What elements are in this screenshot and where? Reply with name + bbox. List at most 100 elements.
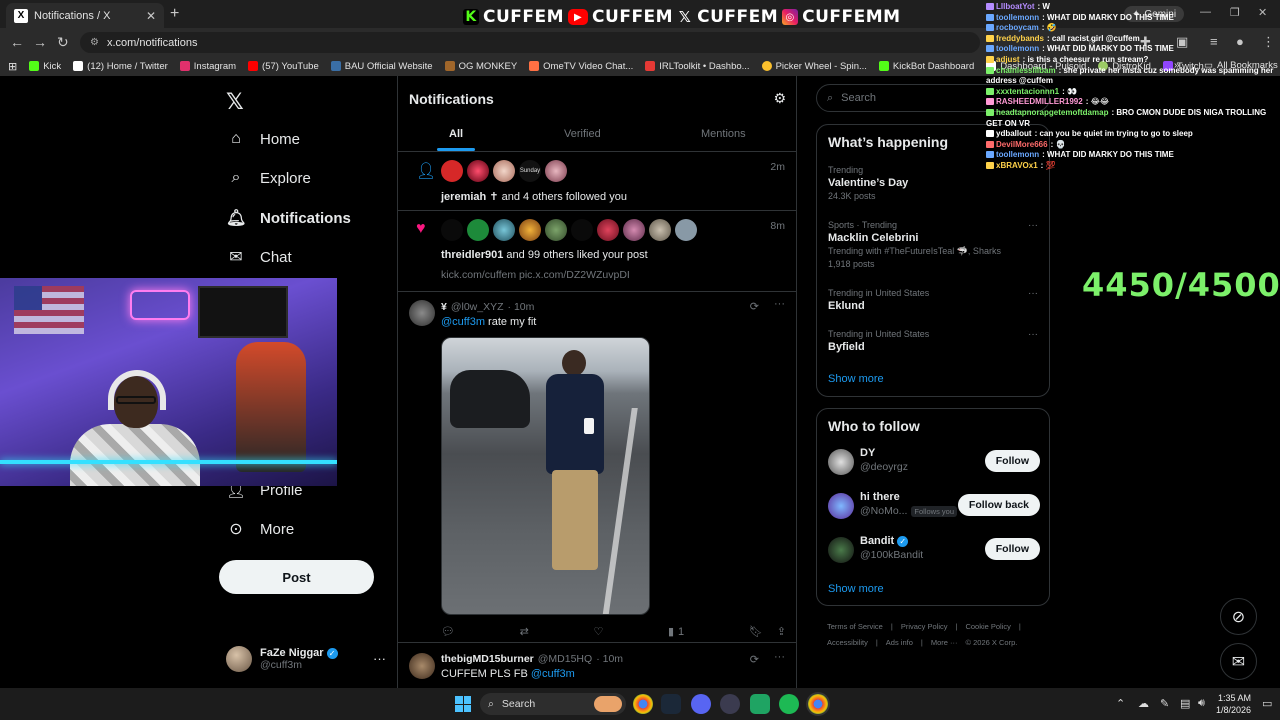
footer-link[interactable]: Ads info <box>886 638 913 647</box>
bookmark-item[interactable]: Instagram <box>179 61 236 72</box>
cloud-icon[interactable]: ☁ <box>1138 697 1149 710</box>
avatar[interactable] <box>545 160 567 182</box>
close-tab-icon[interactable]: ✕ <box>146 9 156 23</box>
account-switcher[interactable]: FaZe Niggar ✓ @cuff3m ··· <box>226 642 386 676</box>
footer-link[interactable]: Privacy Policy <box>901 622 948 631</box>
tab-mentions[interactable]: Mentions <box>701 128 746 140</box>
more-dots-icon[interactable]: ··· <box>373 651 386 666</box>
tweet-author-name[interactable]: ¥ <box>441 301 447 313</box>
app-icon[interactable] <box>750 694 770 714</box>
footer-link[interactable]: More ··· <box>931 638 958 647</box>
like-heart-icon[interactable]: ♡ <box>593 625 603 638</box>
trend-item[interactable]: Sports · Trending Macklin Celebrini Tren… <box>828 220 1038 269</box>
new-tab-button[interactable]: + <box>170 5 179 23</box>
views-button[interactable]: ▮ 1 <box>668 625 684 639</box>
bookmark-item[interactable]: KickBot Dashboard <box>878 61 974 72</box>
avatar[interactable] <box>675 219 697 241</box>
settings-gear-icon[interactable]: ⚙ <box>773 90 786 107</box>
follow-button[interactable]: Follow <box>984 538 1040 560</box>
follow-back-button[interactable]: Follow back <box>957 494 1040 516</box>
footer-link[interactable]: Terms of Service <box>827 622 883 631</box>
notification-follow[interactable]: 👤︎ Sunday 2m jeremiah ✝ and 4 others fol… <box>398 152 797 211</box>
avatar[interactable]: Sunday <box>519 160 541 182</box>
x-logo-icon[interactable]: 𝕏 <box>226 89 244 115</box>
tray-chevron-icon[interactable]: ⌃ <box>1116 697 1125 710</box>
avatar[interactable] <box>649 219 671 241</box>
avatar[interactable] <box>409 300 435 326</box>
tweet-time[interactable]: · 10m <box>508 301 535 313</box>
tweet-author-handle[interactable]: @l0w_XYZ <box>451 301 504 313</box>
notification-user[interactable]: threidler901 <box>441 249 503 261</box>
pen-icon[interactable]: ✎ <box>1160 697 1169 710</box>
more-dots-icon[interactable]: ··· <box>1028 329 1038 340</box>
mention-link[interactable]: @cuff3m <box>531 668 575 680</box>
retweet-icon[interactable]: ⇄ <box>520 625 529 638</box>
bookmark-item[interactable]: IRLToolkit • Dashbo... <box>645 61 750 72</box>
tweet[interactable]: thebigMD15burner @MD15HQ · 10m ⟳ ··· CUF… <box>398 643 797 688</box>
tweet-author-handle[interactable]: @MD15HQ <box>538 653 592 665</box>
follow-suggestion[interactable]: Bandit ✓ @100kBandit Follow <box>828 535 1040 565</box>
bookmark-item[interactable]: (57) YouTube <box>248 61 319 72</box>
tab-verified[interactable]: Verified <box>564 128 601 140</box>
avatar[interactable] <box>623 219 645 241</box>
nav-notifications[interactable]: 🔔︎ Notifications <box>226 208 351 228</box>
tab-all[interactable]: All <box>449 128 463 140</box>
bookmark-item[interactable]: OmeTV Video Chat... <box>529 61 633 72</box>
trend-item[interactable]: Trending in United States Eklund ··· <box>828 288 1038 312</box>
nav-chat[interactable]: ✉ Chat <box>226 247 291 267</box>
volume-icon[interactable]: 🔊︎ <box>1198 697 1205 710</box>
avatar[interactable] <box>441 219 463 241</box>
bookmark-item[interactable]: Picker Wheel - Spin... <box>761 61 867 72</box>
nav-home[interactable]: ⌂ Home <box>226 130 300 148</box>
nav-more[interactable]: ⊙ More <box>226 519 294 539</box>
nav-explore[interactable]: ⌕ Explore <box>226 169 311 187</box>
tweet-author-name[interactable]: thebigMD15burner <box>441 653 534 665</box>
system-clock[interactable]: 1:35 AM 1/8/2026 <box>1216 692 1251 716</box>
avatar[interactable] <box>597 219 619 241</box>
avatar[interactable] <box>441 160 463 182</box>
notifications-tray-icon[interactable]: ▭ <box>1262 697 1272 710</box>
show-more-link[interactable]: Show more <box>828 583 884 595</box>
taskbar-search[interactable]: ⌕ Search <box>480 693 626 715</box>
obs-icon[interactable] <box>720 694 740 714</box>
footer-link[interactable]: Accessibility <box>827 638 868 647</box>
apps-grid-icon[interactable]: ⊞ <box>8 60 17 73</box>
network-icon[interactable]: ▤ <box>1180 697 1190 710</box>
notification-user[interactable]: jeremiah ✝ <box>441 191 499 203</box>
bookmark-item[interactable]: (12) Home / Twitter <box>73 61 168 72</box>
trend-item[interactable]: Trending in United States Byfield ··· <box>828 329 1038 353</box>
avatar[interactable] <box>571 219 593 241</box>
avatar[interactable] <box>409 653 435 679</box>
share-icon[interactable]: ⇪ <box>777 625 786 638</box>
tweet-photo[interactable] <box>441 337 650 615</box>
avatar[interactable] <box>467 160 489 182</box>
back-icon[interactable]: ← <box>10 34 24 50</box>
tweet-time[interactable]: · 10m <box>596 653 623 665</box>
more-dots-icon[interactable]: ··· <box>774 298 785 310</box>
avatar[interactable] <box>545 219 567 241</box>
avatar[interactable] <box>493 219 515 241</box>
grok-icon[interactable]: ⟳ <box>750 300 759 313</box>
site-info-icon[interactable]: ⚙ <box>90 37 99 48</box>
liked-post-preview[interactable]: kick.com/cuffem pic.x.com/DZ2WZuvpDI <box>441 269 630 281</box>
messages-fab-icon[interactable]: ✉ <box>1220 643 1257 680</box>
steam-icon[interactable] <box>661 694 681 714</box>
reply-icon[interactable]: 💬︎ <box>441 625 455 638</box>
grok-fab-icon[interactable]: ⊘ <box>1220 598 1257 635</box>
grok-icon[interactable]: ⟳ <box>750 653 759 666</box>
show-more-link[interactable]: Show more <box>828 373 884 385</box>
bookmark-item[interactable]: OG MONKEY <box>444 61 517 72</box>
mention-link[interactable]: @cuff3m <box>441 316 485 328</box>
avatar[interactable] <box>467 219 489 241</box>
discord-icon[interactable] <box>691 694 711 714</box>
spotify-icon[interactable] <box>779 694 799 714</box>
omnibox[interactable]: ⚙ x.com/notifications <box>80 32 980 53</box>
follow-button[interactable]: Follow <box>984 450 1040 472</box>
bookmark-item[interactable]: Kick <box>29 61 61 72</box>
notification-like[interactable]: ♥ 8m threidler901 and 99 others liked yo… <box>398 211 797 292</box>
more-dots-icon[interactable]: ··· <box>774 651 785 663</box>
chrome-icon[interactable] <box>633 694 653 714</box>
reload-icon[interactable]: ↻ <box>57 34 69 51</box>
follow-suggestion[interactable]: hi there @NoMo... Follows you Follow back <box>828 491 1040 521</box>
chrome-active-icon[interactable] <box>808 694 828 714</box>
